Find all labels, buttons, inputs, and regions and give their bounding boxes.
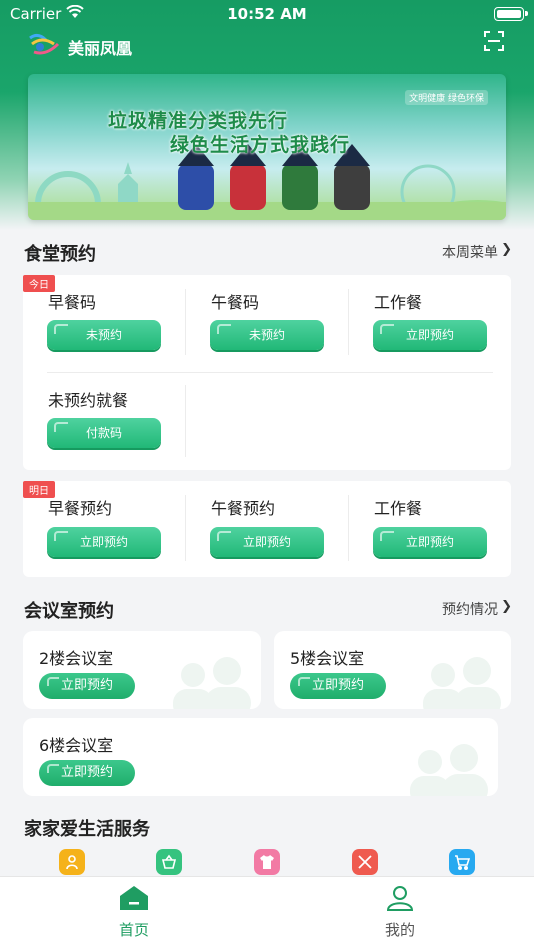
user-icon bbox=[386, 886, 414, 911]
canteen-section-title: 食堂预约 bbox=[24, 244, 96, 265]
walk-in-meal: 未预约就餐 bbox=[48, 387, 128, 411]
home-icon bbox=[120, 886, 148, 910]
meal-label: 工作餐 bbox=[374, 499, 423, 518]
meal-label: 未预约就餐 bbox=[48, 391, 129, 410]
banner-slogan-1: 垃圾精准分类我先行 bbox=[108, 110, 289, 132]
room-card-5f[interactable]: 5楼会议室 立即预约 bbox=[274, 631, 511, 709]
people-icon bbox=[423, 657, 501, 709]
work-meal-reserve-button[interactable]: 立即预约 bbox=[373, 320, 487, 350]
breakfast-reserve: 早餐预约 bbox=[48, 495, 112, 519]
lunch-status-button[interactable]: 未预约 bbox=[210, 320, 324, 350]
room-name: 5楼会议室 bbox=[290, 649, 365, 668]
app-header: 美丽凤凰 bbox=[0, 28, 534, 64]
room-5f-reserve-button[interactable]: 立即预约 bbox=[290, 673, 386, 699]
person-badge-icon[interactable] bbox=[59, 849, 85, 875]
utensils-icon[interactable] bbox=[352, 849, 378, 875]
banner-tag: 文明健康 绿色环保 bbox=[405, 90, 488, 105]
chevron-right-icon[interactable]: ❯ bbox=[501, 242, 512, 257]
people-icon bbox=[410, 744, 488, 796]
services-section-title: 家家爱生活服务 bbox=[24, 819, 150, 840]
meeting-section-title: 会议室预约 bbox=[24, 601, 114, 622]
work-meal-tomorrow: 工作餐 bbox=[374, 495, 422, 519]
divider bbox=[185, 495, 186, 561]
divider bbox=[348, 495, 349, 561]
meal-label: 早餐预约 bbox=[48, 499, 113, 518]
app-title: 美丽凤凰 bbox=[68, 39, 133, 58]
work-meal-tomorrow-button[interactable]: 立即预约 bbox=[373, 527, 487, 557]
lunch-reserve-button[interactable]: 立即预约 bbox=[210, 527, 324, 557]
tab-home-label: 首页 bbox=[118, 921, 149, 939]
room-card-6f[interactable]: 6楼会议室 立即预约 bbox=[23, 718, 498, 796]
status-bar: Carrier 10:52 AM bbox=[0, 0, 534, 28]
divider bbox=[47, 372, 493, 373]
room-name: 2楼会议室 bbox=[39, 649, 114, 668]
breakfast-reserve-button[interactable]: 立即预约 bbox=[47, 527, 161, 557]
divider bbox=[185, 289, 186, 355]
tab-home[interactable]: 首页 bbox=[94, 885, 174, 940]
clock: 10:52 AM bbox=[227, 5, 307, 23]
tab-mine-label: 我的 bbox=[384, 921, 415, 939]
app-logo-icon bbox=[28, 32, 62, 58]
meal-label: 午餐码 bbox=[211, 293, 260, 312]
battery-icon bbox=[494, 7, 528, 21]
divider bbox=[185, 385, 186, 457]
weekly-menu-link[interactable]: 本周菜单 bbox=[442, 242, 498, 262]
promo-banner[interactable]: 垃圾精准分类我先行 绿色生活方式我践行 文明健康 绿色环保 bbox=[28, 74, 506, 220]
room-card-2f[interactable]: 2楼会议室 立即预约 bbox=[23, 631, 261, 709]
meal-label: 午餐预约 bbox=[211, 499, 276, 518]
reservation-status-link[interactable]: 预约情况 bbox=[442, 599, 498, 619]
chevron-right-icon[interactable]: ❯ bbox=[501, 599, 512, 614]
divider bbox=[348, 289, 349, 355]
breakfast-code: 早餐码 bbox=[48, 289, 96, 313]
room-2f-reserve-button[interactable]: 立即预约 bbox=[39, 673, 135, 699]
scan-icon[interactable] bbox=[484, 31, 504, 51]
room-6f-reserve-button[interactable]: 立即预约 bbox=[39, 760, 135, 786]
shirt-icon[interactable] bbox=[254, 849, 280, 875]
cart-icon[interactable] bbox=[449, 849, 475, 875]
lunch-reserve: 午餐预约 bbox=[211, 495, 275, 519]
meal-label: 早餐码 bbox=[48, 293, 97, 312]
people-icon bbox=[173, 657, 251, 709]
banner-slogan-2: 绿色生活方式我践行 bbox=[170, 134, 351, 156]
lunch-code: 午餐码 bbox=[211, 289, 259, 313]
meal-label: 工作餐 bbox=[374, 293, 423, 312]
today-meal-card: 今日 早餐码 未预约 午餐码 未预约 工作餐 立即预约 未预约就餐 付款码 bbox=[23, 275, 511, 470]
payment-code-button[interactable]: 付款码 bbox=[47, 418, 161, 448]
tab-bar: 首页 我的 bbox=[0, 876, 534, 950]
basket-icon[interactable] bbox=[156, 849, 182, 875]
tab-mine[interactable]: 我的 bbox=[360, 885, 440, 940]
work-meal: 工作餐 bbox=[374, 289, 422, 313]
room-name: 6楼会议室 bbox=[39, 736, 114, 755]
tomorrow-meal-card: 明日 早餐预约 立即预约 午餐预约 立即预约 工作餐 立即预约 bbox=[23, 481, 511, 577]
breakfast-status-button[interactable]: 未预约 bbox=[47, 320, 161, 350]
